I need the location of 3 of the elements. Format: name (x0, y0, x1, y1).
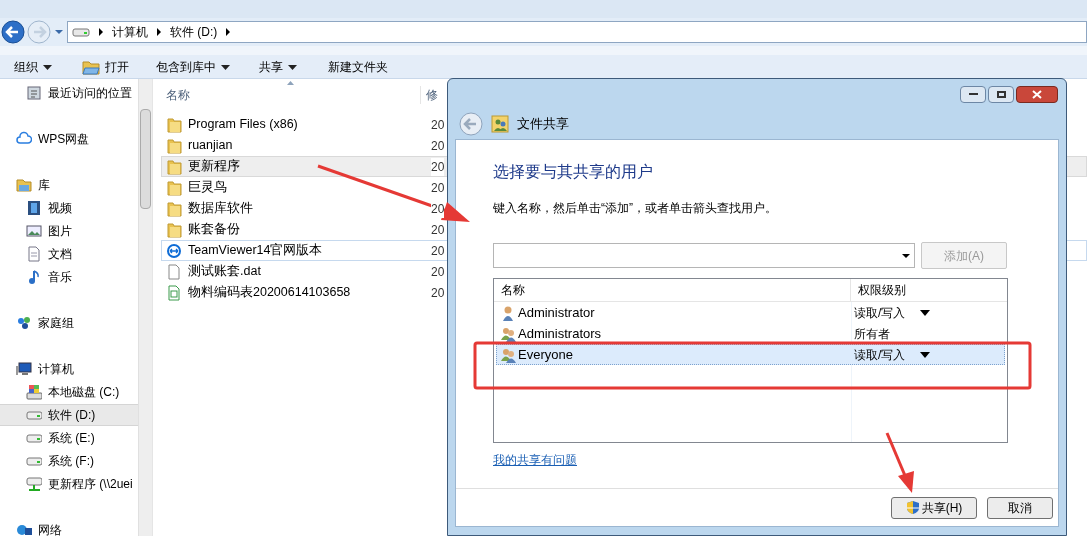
dialog-heading: 选择要与其共享的用户 (493, 162, 654, 182)
instruction-text: 键入名称，然后单击“添加”，或者单击箭头查找用户。 (493, 200, 778, 217)
dialog-title: 文件共享 (517, 115, 569, 134)
